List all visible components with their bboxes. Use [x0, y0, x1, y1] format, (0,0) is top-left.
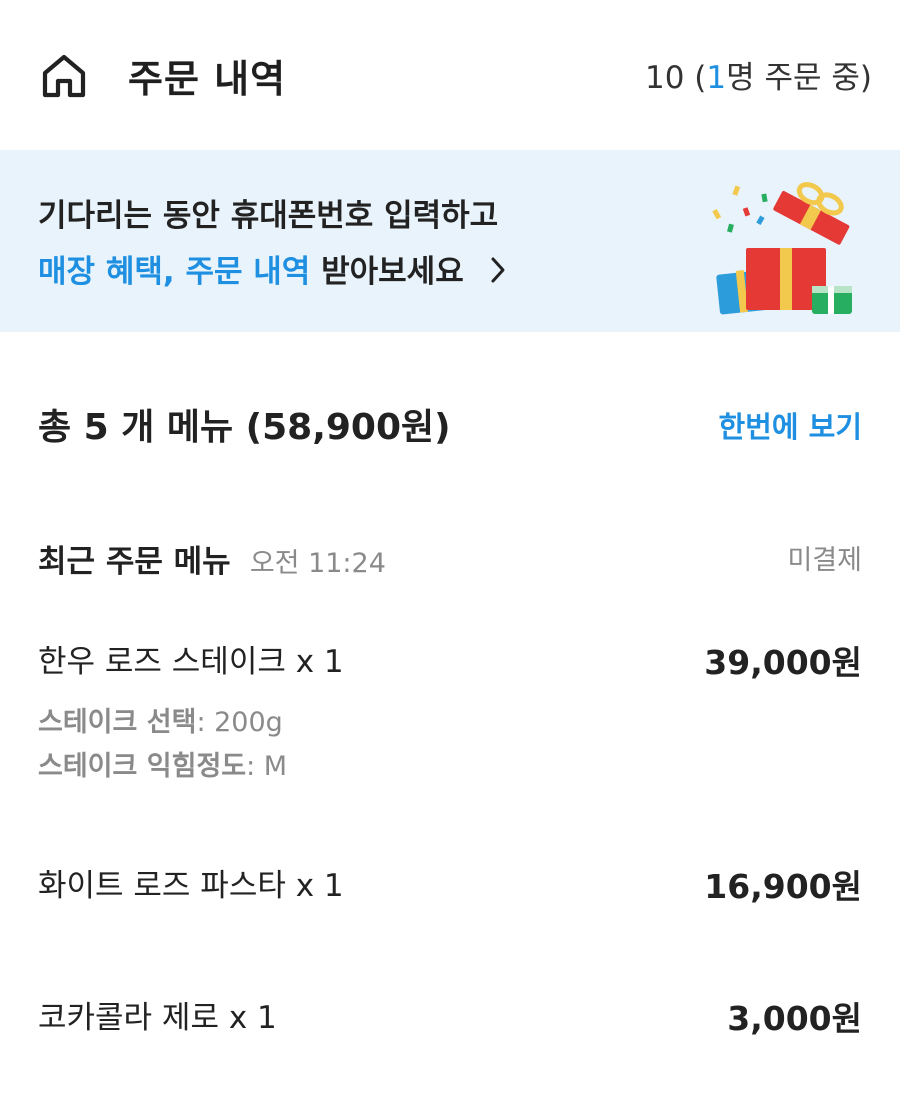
payment-status: 미결제: [787, 545, 862, 576]
banner-highlight: 매장 혜택, 주문 내역: [38, 254, 311, 290]
table-status: 10 (1명 주문 중): [645, 52, 872, 97]
chevron-right-icon: [489, 256, 507, 292]
ordering-text: 명 주문 중): [726, 60, 872, 96]
order-item: 코카콜라 제로 x 1 3,000원: [38, 992, 862, 1042]
item-price: 16,900원: [704, 867, 862, 906]
table-number: 10: [644, 60, 685, 96]
view-all-button[interactable]: 한번에 보기: [719, 404, 863, 446]
banner-line1: 기다리는 동안 휴대폰번호 입력하고: [38, 198, 499, 234]
item-option: 스테이크 익힘정도: M: [38, 744, 287, 783]
home-icon: [42, 54, 86, 98]
item-name: 코카콜라 제로 x 1: [38, 1000, 277, 1036]
order-item: 화이트 로즈 파스타 x 1 16,900원: [38, 860, 862, 910]
page-title: 주문 내역: [128, 57, 287, 101]
option-value: : 200g: [196, 707, 283, 738]
item-price: 3,000원: [727, 999, 862, 1038]
item-name: 한우 로즈 스테이크 x 1: [38, 644, 344, 680]
order-time: 오전 11:24: [249, 548, 386, 579]
item-price: 39,000원: [704, 643, 862, 682]
ordering-count: 1: [706, 60, 727, 96]
option-value: : M: [246, 751, 288, 782]
home-button[interactable]: [36, 48, 92, 104]
phone-entry-banner[interactable]: 기다리는 동안 휴대폰번호 입력하고 매장 혜택, 주문 내역 받아보세요: [0, 150, 900, 332]
order-summary: 총 5 개 메뉴 (58,900원): [38, 407, 451, 448]
gift-box-icon: [712, 182, 852, 315]
header: 주문 내역 10 (1명 주문 중): [0, 0, 900, 148]
recent-order-title: 최근 주문 메뉴: [38, 544, 231, 580]
option-label: 스테이크 익힘정도: [38, 751, 247, 782]
item-option: 스테이크 선택: 200g: [38, 700, 283, 739]
banner-rest: 받아보세요: [310, 254, 464, 290]
table-status-open: (: [684, 60, 707, 96]
order-item: 한우 로즈 스테이크 x 1 39,000원 스테이크 선택: 200g 스테이…: [38, 636, 862, 796]
banner-line2: 매장 혜택, 주문 내역 받아보세요: [38, 246, 507, 292]
item-name: 화이트 로즈 파스타 x 1: [38, 868, 344, 904]
recent-order-header: 최근 주문 메뉴 오전 11:24: [38, 536, 386, 581]
option-label: 스테이크 선택: [38, 707, 197, 738]
